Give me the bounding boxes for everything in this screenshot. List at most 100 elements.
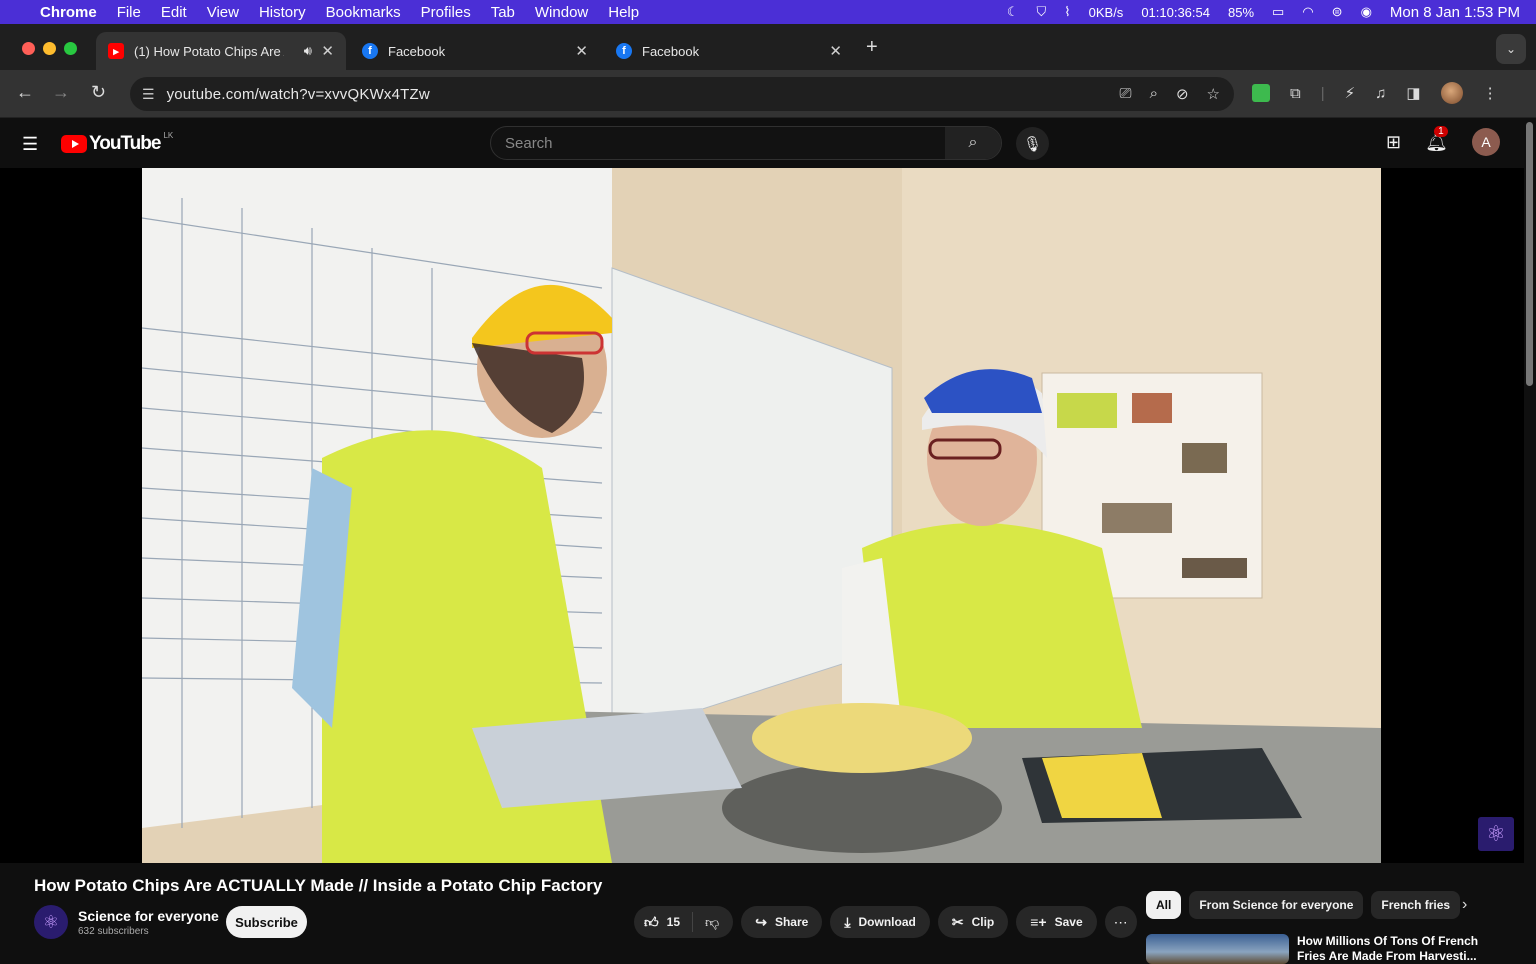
voice-search-button[interactable]: 🎙︎	[1016, 127, 1049, 160]
menu-history[interactable]: History	[259, 4, 306, 21]
siri-icon[interactable]: ◉	[1361, 4, 1372, 20]
tab-facebook-2[interactable]: f Facebook ✕	[604, 32, 854, 70]
youtube-logo[interactable]: YouTube LK	[61, 130, 174, 155]
macos-menu-bar: Chrome File Edit View History Bookmarks …	[0, 0, 1536, 24]
dislike-button[interactable]: 👎︎	[693, 914, 733, 931]
eye-off-icon[interactable]: ⊘	[1176, 85, 1189, 103]
channel-avatar-icon[interactable]: ⚛	[34, 905, 68, 939]
paperclip-icon[interactable]: ⌇	[1064, 4, 1070, 20]
green-extension-icon[interactable]	[1252, 84, 1270, 102]
reload-icon[interactable]: ↻	[91, 82, 106, 103]
tab-youtube[interactable]: ▸ (1) How Potato Chips Are ACTUALLY Made…	[96, 32, 346, 70]
share-label: Share	[774, 915, 809, 929]
control-center-icon[interactable]: ⊜	[1332, 4, 1343, 20]
close-tab-icon[interactable]: ✕	[575, 42, 588, 60]
menu-tab[interactable]: Tab	[491, 4, 515, 21]
speaker-icon[interactable]: 🔊︎	[304, 43, 312, 59]
clip-button[interactable]: ✂ Clip	[937, 906, 1009, 938]
back-arrow-icon[interactable]: ←	[16, 82, 34, 103]
menu-profiles[interactable]: Profiles	[421, 4, 471, 21]
facebook-icon: f	[616, 43, 632, 59]
like-button[interactable]: 👍︎ 15	[634, 912, 693, 932]
zoom-window-button[interactable]	[64, 42, 77, 55]
search-button[interactable]: ⌕	[945, 127, 1001, 159]
like-count: 15	[666, 915, 680, 929]
channel-info: ⚛ Science for everyone 632 subscribers	[34, 905, 219, 939]
install-app-icon[interactable]: ⎚	[1120, 85, 1132, 103]
close-tab-icon[interactable]: ✕	[829, 42, 842, 60]
facebook-icon: f	[362, 43, 378, 59]
url-text[interactable]: youtube.com/watch?v=xvvQKWx4TZw	[167, 86, 430, 103]
window-controls	[22, 42, 77, 55]
search-bar: ⌕	[490, 126, 1002, 160]
country-code: LK	[163, 130, 174, 140]
forward-arrow-icon[interactable]: →	[52, 82, 70, 103]
like-dislike-group: 👍︎ 15 👎︎	[634, 906, 734, 938]
tab-title: Facebook	[388, 43, 446, 59]
timer-readout: 01:10:36:54	[1141, 4, 1210, 20]
video-title: How Potato Chips Are ACTUALLY Made // In…	[34, 876, 603, 895]
profile-avatar[interactable]	[1440, 82, 1463, 104]
more-actions-button[interactable]: ⋯	[1104, 906, 1137, 938]
scissors-icon: ✂	[951, 913, 964, 930]
download-icon: ⤓	[844, 913, 851, 930]
zoom-icon[interactable]: ⌕	[1150, 85, 1158, 103]
network-speed: 0KB/s	[1088, 4, 1124, 20]
tab-facebook-1[interactable]: f Facebook ✕	[350, 32, 600, 70]
close-tab-icon[interactable]: ✕	[321, 42, 334, 60]
chip-all[interactable]: All	[1146, 891, 1182, 919]
download-button[interactable]: ⤓ Download	[830, 906, 930, 938]
performance-icon[interactable]: ⚡︎	[1345, 84, 1356, 102]
menu-view[interactable]: View	[207, 4, 239, 21]
tab-title: (1) How Potato Chips Are ACTUALLY Made	[134, 43, 284, 59]
playlist-add-icon: ≡+	[1030, 914, 1047, 930]
subscribe-button[interactable]: Subscribe	[226, 906, 307, 938]
page-scrollbar[interactable]	[1526, 122, 1533, 386]
chevron-right-icon[interactable]: ›	[1462, 896, 1467, 914]
side-panel-icon[interactable]: ◨	[1406, 84, 1420, 102]
video-frame[interactable]	[142, 168, 1381, 863]
tab-title: Facebook	[642, 43, 700, 59]
more-menu-icon[interactable]: ⋮	[1483, 84, 1498, 102]
extensions-puzzle-icon[interactable]: ⧉	[1290, 85, 1301, 102]
site-info-icon[interactable]: ☰	[142, 86, 155, 103]
channel-name[interactable]: Science for everyone	[78, 908, 219, 924]
battery-percent: 85%	[1228, 4, 1255, 20]
hamburger-menu-icon[interactable]: ☰	[22, 134, 38, 155]
app-menu-chrome[interactable]: Chrome	[40, 4, 97, 21]
minimize-window-button[interactable]	[43, 42, 56, 55]
media-controls-icon[interactable]: ♫	[1375, 85, 1386, 102]
address-bar[interactable]: ☰ youtube.com/watch?v=xvvQKWx4TZw ⎚ ⌕ ⊘ …	[130, 77, 1234, 111]
related-filter-chips: All From Science for everyone French fri…	[1146, 891, 1461, 919]
subscriber-count: 632 subscribers	[78, 925, 149, 937]
battery-icon[interactable]: ▭	[1272, 4, 1284, 20]
thumbs-up-icon: 👍︎	[644, 913, 659, 930]
clock[interactable]: Mon 8 Jan 1:53 PM	[1390, 4, 1520, 21]
menu-edit[interactable]: Edit	[161, 4, 187, 21]
search-input[interactable]	[491, 127, 945, 159]
menu-help[interactable]: Help	[608, 4, 639, 21]
chip-french-fries[interactable]: French fries	[1371, 891, 1461, 919]
save-button[interactable]: ≡+ Save	[1016, 906, 1097, 938]
tab-search-button[interactable]: ⌄	[1496, 34, 1526, 64]
menu-file[interactable]: File	[117, 4, 141, 21]
menu-bookmarks[interactable]: Bookmarks	[326, 4, 401, 21]
new-tab-button[interactable]: +	[866, 36, 878, 59]
notifications-button[interactable]: 🔔︎ 1	[1425, 125, 1448, 153]
close-window-button[interactable]	[22, 42, 35, 55]
account-avatar[interactable]: A	[1472, 128, 1500, 156]
browser-toolbar: ← → ↻ ☰ youtube.com/watch?v=xvvQKWx4TZw …	[0, 70, 1536, 118]
create-video-icon[interactable]: ⊞	[1386, 132, 1401, 153]
video-player[interactable]: ⚛	[0, 168, 1524, 863]
search-icon: ⌕	[968, 134, 978, 151]
channel-watermark-icon[interactable]: ⚛	[1478, 817, 1514, 851]
bookmark-star-icon[interactable]: ☆	[1207, 85, 1220, 103]
youtube-play-icon	[61, 135, 87, 153]
moon-icon[interactable]: ☾	[1007, 4, 1019, 20]
wifi-icon[interactable]: ◠	[1302, 4, 1313, 20]
share-icon: ↪	[755, 913, 767, 930]
vpn-icon[interactable]: ⛉	[1037, 4, 1047, 20]
share-button[interactable]: ↪ Share	[741, 906, 823, 938]
menu-window[interactable]: Window	[535, 4, 588, 21]
chip-from-channel[interactable]: From Science for everyone	[1189, 891, 1364, 919]
